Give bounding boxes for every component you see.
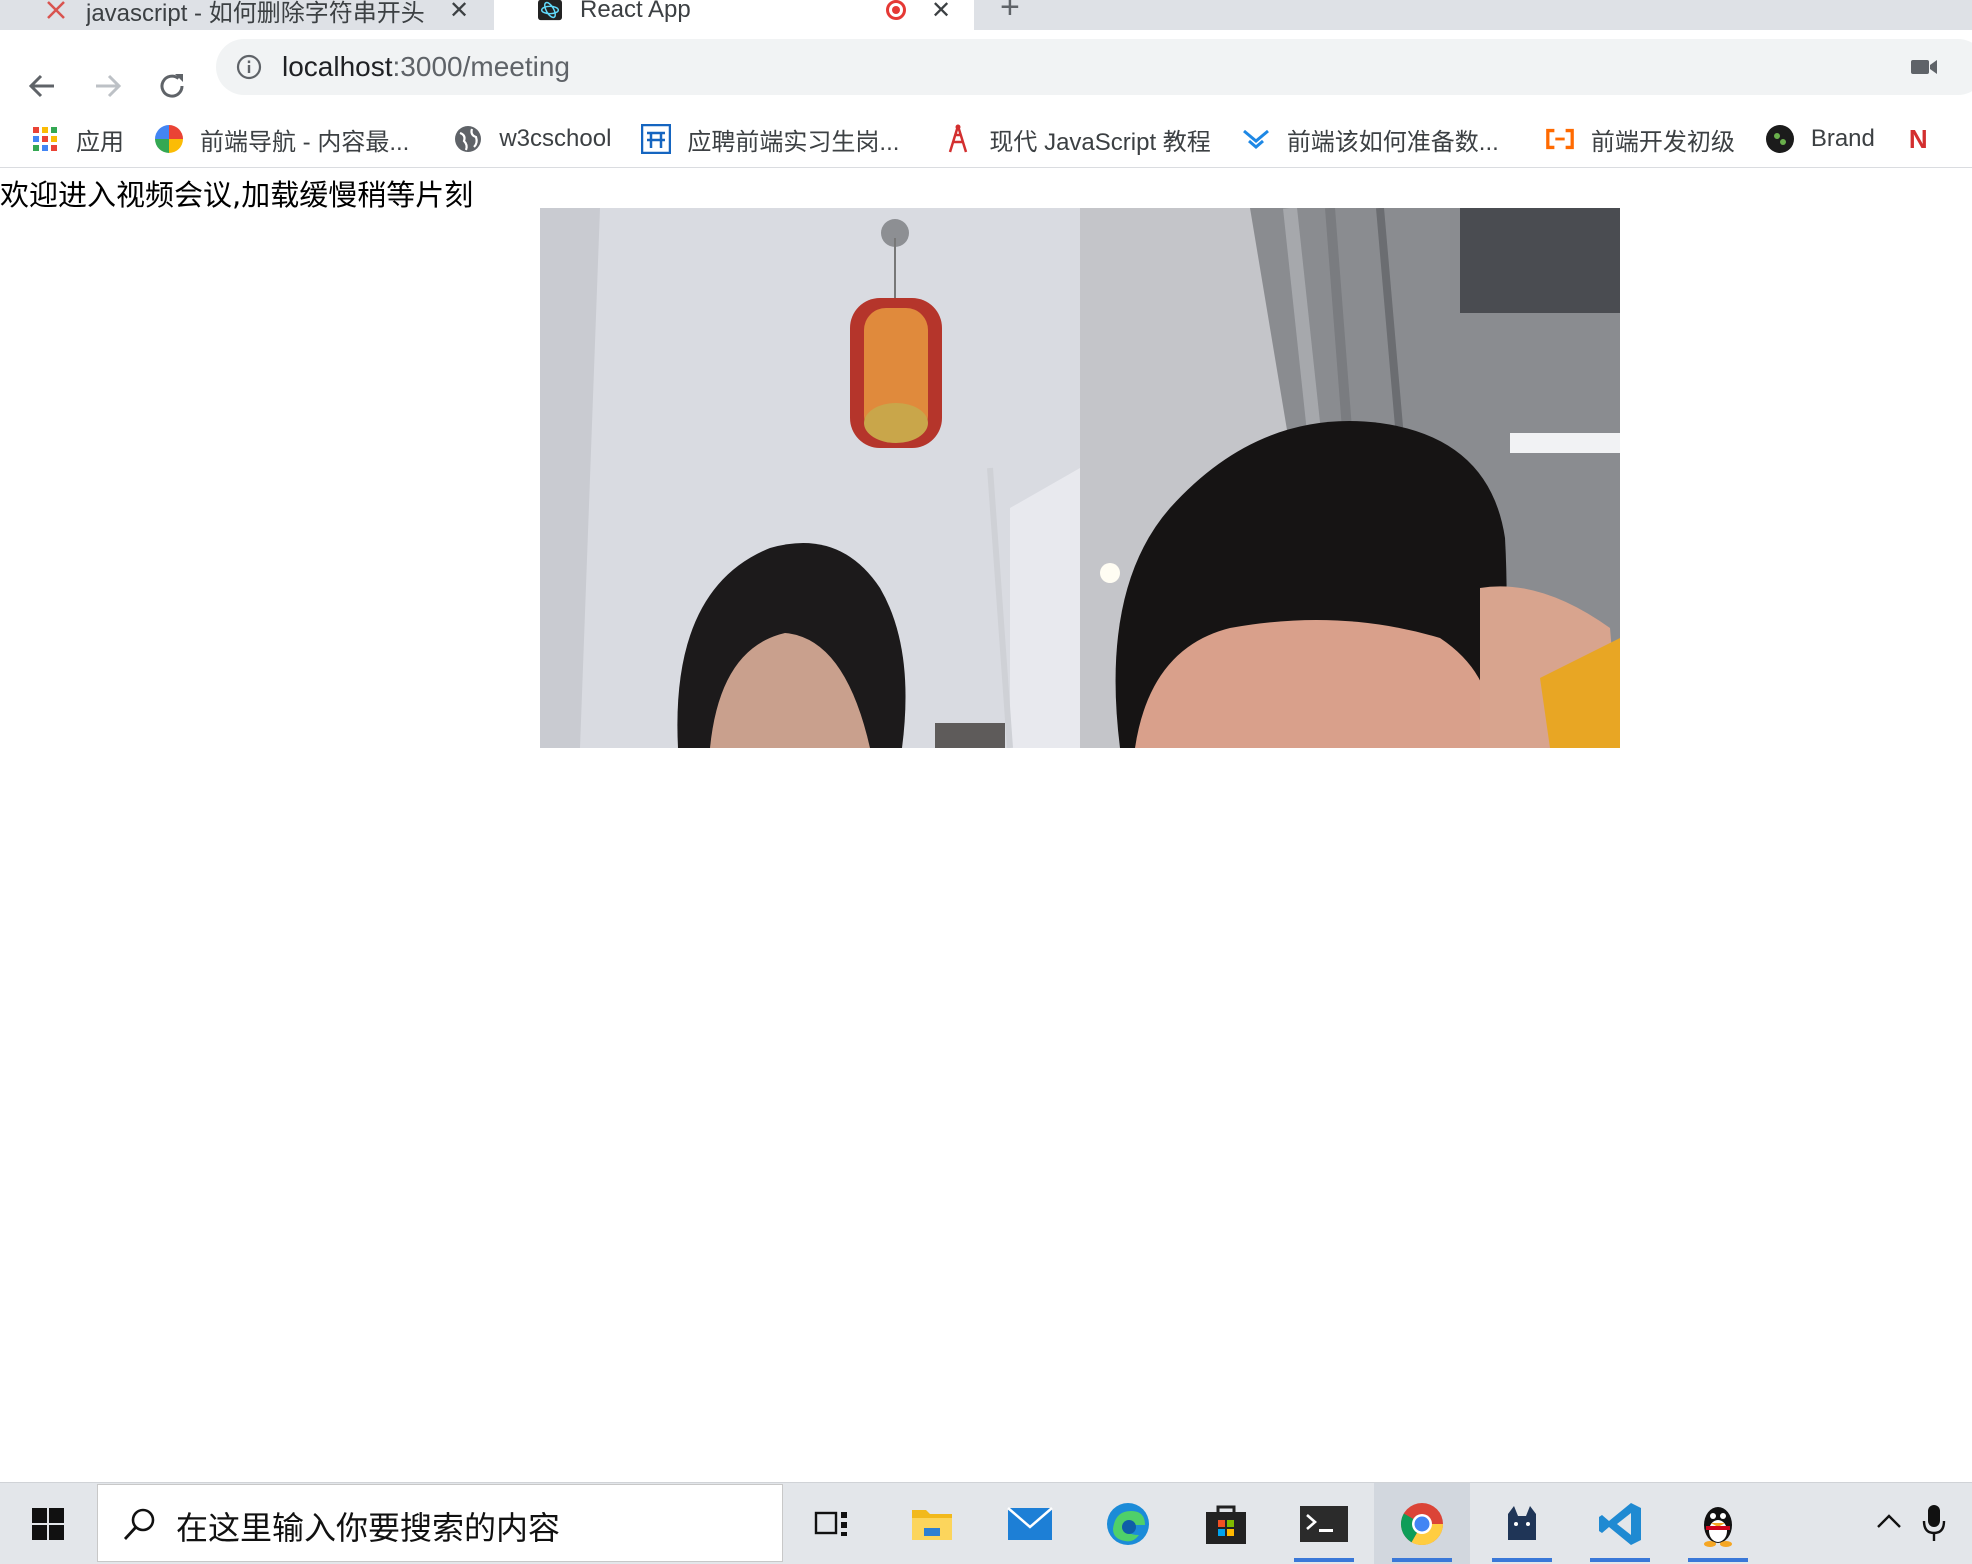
- start-button[interactable]: [0, 1483, 96, 1564]
- edge-icon: [1107, 1502, 1149, 1545]
- tab-close-icon[interactable]: ✕: [444, 0, 474, 25]
- chevron-up-icon[interactable]: [1874, 1507, 1904, 1537]
- taskbar-search[interactable]: 在这里输入你要搜索的内容: [97, 1484, 783, 1562]
- bookmark-label: 前端该如何准备数...: [1286, 128, 1499, 156]
- camera-in-use-icon[interactable]: [1910, 57, 1938, 77]
- bookmark-label: 前端导航 - 内容最...: [200, 128, 410, 156]
- back-button[interactable]: [22, 66, 62, 106]
- windows-logo-icon: [32, 1507, 64, 1540]
- tower-icon: [943, 124, 973, 154]
- local-video: [540, 208, 1080, 748]
- store-button[interactable]: [1178, 1483, 1274, 1564]
- file-explorer-button[interactable]: [884, 1483, 980, 1564]
- site-logo-icon: [641, 124, 672, 154]
- tab-javascript[interactable]: javascript - 如何删除字符串开头 ✕: [0, 0, 492, 30]
- video-frame-left: [540, 208, 1080, 748]
- chrome-icon: [1400, 1502, 1443, 1545]
- globe-icon: [453, 124, 483, 154]
- qq-penguin-icon: [1704, 1506, 1732, 1547]
- url-path: :3000/meeting: [392, 51, 570, 82]
- search-placeholder: 在这里输入你要搜索的内容: [176, 1509, 561, 1547]
- folder-icon: [912, 1509, 952, 1540]
- terminal-button[interactable]: [1276, 1483, 1372, 1564]
- react-favicon-icon: [538, 0, 562, 22]
- new-tab-button[interactable]: +: [1000, 0, 1020, 27]
- toolbar-divider: [0, 167, 1972, 168]
- tab-react-app[interactable]: React App ✕: [494, 0, 974, 30]
- windows-taskbar: 在这里输入你要搜索的内容: [0, 1482, 1972, 1564]
- task-view-icon: [814, 1511, 847, 1536]
- bookmark-apps[interactable]: 应用: [0, 115, 124, 163]
- vscode-icon: [1599, 1502, 1641, 1545]
- overflow-bookmark-icon[interactable]: N: [1909, 124, 1928, 155]
- reload-button[interactable]: [152, 66, 192, 106]
- cat-app-button[interactable]: [1474, 1483, 1570, 1564]
- site-favicon-icon: [44, 0, 68, 22]
- bookmark-label: 应聘前端实习生岗...: [687, 128, 900, 156]
- bookmark-modern-js[interactable]: 现代 JavaScript 教程: [899, 115, 1211, 163]
- bookmark-w3cschool[interactable]: w3cschool: [409, 115, 611, 163]
- search-icon: [123, 1508, 155, 1540]
- bookmark-label: Brand: [1810, 125, 1875, 152]
- mail-icon: [1007, 1506, 1053, 1540]
- bookmarks-bar: 应用 前端导航 - 内容最... w3cschool 应聘前端实习生岗... 现…: [0, 115, 1972, 163]
- tab-close-icon[interactable]: ✕: [926, 0, 956, 25]
- bookmark-frontend-basic[interactable]: 前端开发初级: [1499, 115, 1735, 163]
- info-icon[interactable]: [236, 54, 262, 80]
- aliyun-icon: [1545, 124, 1575, 154]
- recording-icon: [886, 0, 906, 20]
- chrome-button[interactable]: [1374, 1483, 1470, 1564]
- welcome-message: 欢迎进入视频会议,加载缓慢稍等片刻: [0, 178, 474, 212]
- tab-title: javascript - 如何删除字符串开头: [86, 0, 425, 27]
- remote-video: [1080, 208, 1620, 748]
- apps-grid-icon: [30, 124, 60, 154]
- address-bar[interactable]: localhost:3000/meeting: [216, 39, 1972, 95]
- tab-title: React App: [580, 0, 691, 23]
- bookmark-frontend-nav[interactable]: 前端导航 - 内容最...: [124, 115, 409, 163]
- microphone-icon[interactable]: [1922, 1503, 1946, 1543]
- chevron-logo-icon: [1241, 124, 1271, 154]
- store-icon: [1206, 1505, 1246, 1544]
- cat-app-icon: [1508, 1505, 1536, 1540]
- bookmark-label: 现代 JavaScript 教程: [989, 128, 1211, 156]
- pinwheel-icon: [154, 124, 184, 154]
- tab-strip: javascript - 如何删除字符串开头 ✕ React App ✕ +: [0, 0, 1972, 30]
- qq-button[interactable]: [1670, 1483, 1766, 1564]
- task-view-button[interactable]: [784, 1483, 880, 1564]
- url-host: localhost: [282, 51, 393, 82]
- edge-button[interactable]: [1080, 1483, 1176, 1564]
- brand-icon: [1765, 124, 1795, 154]
- arrow-left-icon: [28, 74, 54, 98]
- terminal-icon: [1300, 1505, 1348, 1542]
- reload-icon: [160, 74, 184, 98]
- bookmark-label: 前端开发初级: [1590, 128, 1735, 156]
- bookmark-brand[interactable]: Brand: [1735, 115, 1875, 163]
- bookmark-internship[interactable]: 应聘前端实习生岗...: [611, 115, 899, 163]
- mail-button[interactable]: [982, 1483, 1078, 1564]
- bookmark-prepare-data[interactable]: 前端该如何准备数...: [1211, 115, 1499, 163]
- bookmark-label: w3cschool: [499, 125, 612, 152]
- arrow-right-icon: [96, 74, 122, 98]
- vscode-button[interactable]: [1572, 1483, 1668, 1564]
- url-text[interactable]: localhost:3000/meeting: [282, 51, 570, 83]
- bookmark-label: 应用: [76, 128, 124, 156]
- video-frame-right: [1080, 208, 1620, 748]
- forward-button[interactable]: [88, 66, 128, 106]
